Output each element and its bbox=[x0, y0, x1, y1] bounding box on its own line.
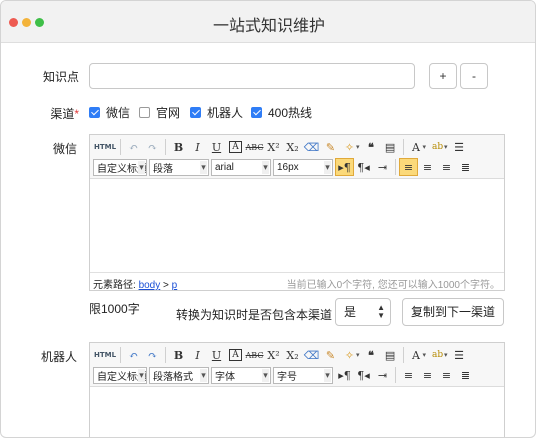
undo-icon[interactable]: ↶ bbox=[124, 346, 143, 364]
title-bar: 一站式知识维护 bbox=[1, 1, 535, 43]
paste-plain-icon[interactable]: ▤ bbox=[381, 138, 400, 156]
format-brush-icon[interactable]: ✎ bbox=[321, 138, 340, 156]
strikethrough-icon[interactable]: ABC bbox=[245, 138, 264, 156]
checkbox-checked-icon[interactable] bbox=[89, 106, 100, 118]
bold-icon[interactable]: B bbox=[169, 346, 188, 364]
align-left-icon[interactable]: ≡ bbox=[399, 158, 418, 176]
italic-icon[interactable]: I bbox=[188, 346, 207, 364]
font-family-select[interactable]: 字体 bbox=[211, 366, 271, 384]
eraser-icon[interactable]: ⌫ bbox=[302, 138, 321, 156]
knowledge-input[interactable] bbox=[89, 63, 415, 89]
paste-plain-icon[interactable]: ▤ bbox=[381, 346, 400, 364]
subscript-icon[interactable]: X₂ bbox=[283, 138, 302, 156]
robot-toolbar: HTML ↶ ↷ B I U A ABC X² X₂ ⌫ ✎ ✧ ▾ ❝ ▤ A ▾… bbox=[90, 343, 504, 387]
wechat-status-bar: 元素路径: body > p 当前已输入0个字符, 您还可以输入1000个字符。 bbox=[90, 272, 504, 291]
rtl-direction-icon[interactable]: ¶◂ bbox=[354, 366, 373, 384]
robot-content-area[interactable] bbox=[90, 388, 504, 437]
font-size-select[interactable]: 16px bbox=[273, 158, 333, 176]
html-source-button[interactable]: HTML bbox=[93, 346, 117, 364]
remove-button[interactable]: - bbox=[460, 63, 488, 89]
align-justify-icon[interactable]: ≣ bbox=[456, 158, 475, 176]
wechat-editor-label: 微信 bbox=[52, 142, 77, 156]
robot-editor: HTML ↶ ↷ B I U A ABC X² X₂ ⌫ ✎ ✧ ▾ ❝ ▤ A ▾… bbox=[89, 342, 505, 437]
italic-icon[interactable]: I bbox=[188, 138, 207, 156]
required-mark: * bbox=[74, 107, 79, 121]
superscript-icon[interactable]: X² bbox=[264, 346, 283, 364]
font-border-icon[interactable]: A bbox=[226, 138, 245, 156]
superscript-icon[interactable]: X² bbox=[264, 138, 283, 156]
wechat-editor: HTML ↶ ↷ B I U A ABC X² X₂ ⌫ ✎ ✧ ▾ ❝ ▤ A ▾… bbox=[89, 134, 505, 291]
undo-icon[interactable]: ↶ bbox=[124, 138, 143, 156]
char-limit-text: 限1000字 bbox=[89, 302, 140, 316]
path-body-link[interactable]: body bbox=[139, 280, 161, 291]
robot-editor-label: 机器人 bbox=[40, 350, 77, 364]
wechat-toolbar: HTML ↶ ↷ B I U A ABC X² X₂ ⌫ ✎ ✧ ▾ ❝ ▤ A ▾… bbox=[90, 135, 504, 179]
copy-to-next-channel-button[interactable]: 复制到下一渠道 bbox=[402, 298, 504, 326]
include-channel-question: 转换为知识时是否包含本渠道 bbox=[176, 308, 333, 322]
channel-checkbox-website[interactable]: 官网 bbox=[139, 105, 180, 120]
channel-label: 渠道* bbox=[50, 107, 79, 121]
path-p-link[interactable]: p bbox=[172, 280, 178, 291]
align-center-icon[interactable]: ≡ bbox=[418, 158, 437, 176]
align-left-icon[interactable]: ≡ bbox=[399, 366, 418, 384]
channel-checkbox-robot[interactable]: 机器人 bbox=[190, 105, 243, 120]
ordered-list-icon[interactable]: ☰ bbox=[450, 346, 469, 364]
channel-checkbox-hotline[interactable]: 400热线 bbox=[251, 105, 312, 120]
format-brush-icon[interactable]: ✎ bbox=[321, 346, 340, 364]
font-border-icon[interactable]: A bbox=[226, 346, 245, 364]
wechat-content-area[interactable] bbox=[90, 180, 504, 272]
align-right-icon[interactable]: ≡ bbox=[437, 366, 456, 384]
paragraph-select[interactable]: 段落格式 bbox=[149, 366, 209, 384]
ordered-list-icon[interactable]: ☰ bbox=[450, 138, 469, 156]
style-select[interactable]: 自定义标题 bbox=[93, 366, 147, 384]
align-justify-icon[interactable]: ≣ bbox=[456, 366, 475, 384]
redo-icon[interactable]: ↷ bbox=[143, 346, 162, 364]
element-path: 元素路径: body > p bbox=[93, 280, 178, 291]
window-title: 一站式知识维护 bbox=[212, 18, 325, 35]
align-right-icon[interactable]: ≡ bbox=[437, 158, 456, 176]
channel-checkbox-wechat[interactable]: 微信 bbox=[89, 105, 130, 120]
quote-icon[interactable]: ❝ bbox=[362, 138, 381, 156]
html-source-button[interactable]: HTML bbox=[93, 138, 117, 156]
ltr-direction-icon[interactable]: ▸¶ bbox=[335, 366, 354, 384]
app-window: 一站式知识维护 知识点 + - 渠道* 微信 官网 机器人 400热线 微信 H… bbox=[0, 0, 536, 438]
underline-icon[interactable]: U bbox=[207, 346, 226, 364]
strikethrough-icon[interactable]: ABC bbox=[245, 346, 264, 364]
redo-icon[interactable]: ↷ bbox=[143, 138, 162, 156]
add-button[interactable]: + bbox=[429, 63, 457, 89]
quote-icon[interactable]: ❝ bbox=[362, 346, 381, 364]
char-count: 当前已输入0个字符, 您还可以输入1000个字符。 bbox=[286, 280, 500, 291]
knowledge-label: 知识点 bbox=[42, 70, 79, 84]
font-size-select[interactable]: 字号 bbox=[273, 366, 333, 384]
bold-icon[interactable]: B bbox=[169, 138, 188, 156]
checkbox-checked-icon[interactable] bbox=[251, 106, 262, 118]
rtl-direction-icon[interactable]: ¶◂ bbox=[354, 158, 373, 176]
include-channel-select[interactable]: 是 ▲ ▼ bbox=[335, 298, 391, 326]
align-center-icon[interactable]: ≡ bbox=[418, 366, 437, 384]
style-select[interactable]: 自定义标题 bbox=[93, 158, 147, 176]
checkbox-unchecked-icon[interactable] bbox=[139, 106, 150, 118]
indent-icon[interactable]: ⇥ bbox=[373, 366, 392, 384]
stepper-arrows-icon: ▲ ▼ bbox=[377, 303, 385, 320]
eraser-icon[interactable]: ⌫ bbox=[302, 346, 321, 364]
subscript-icon[interactable]: X₂ bbox=[283, 346, 302, 364]
ltr-direction-icon[interactable]: ▸¶ bbox=[335, 158, 354, 176]
font-family-select[interactable]: arial bbox=[211, 158, 271, 176]
indent-icon[interactable]: ⇥ bbox=[373, 158, 392, 176]
underline-icon[interactable]: U bbox=[207, 138, 226, 156]
checkbox-checked-icon[interactable] bbox=[190, 106, 201, 118]
paragraph-select[interactable]: 段落 bbox=[149, 158, 209, 176]
